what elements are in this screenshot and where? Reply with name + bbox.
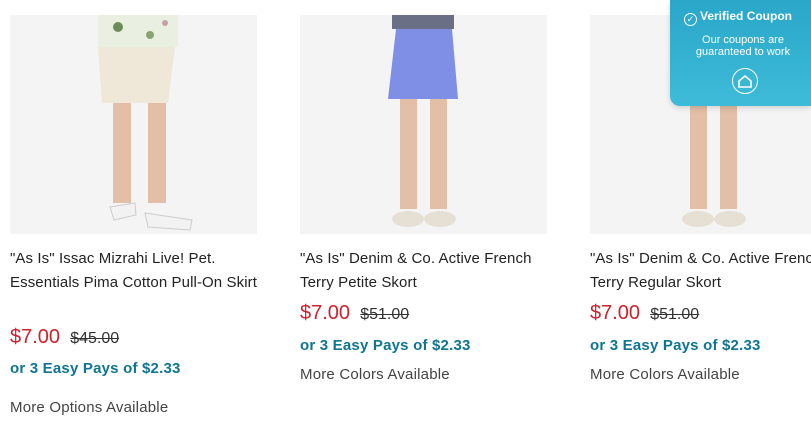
verified-coupon-widget[interactable]: ✓ Verified Coupon Our coupons are guarant… [670, 0, 811, 106]
coupon-title-text: Verified Coupon [700, 9, 793, 23]
sale-price: $7.00 [10, 326, 61, 348]
sale-price: $7.00 [300, 302, 351, 324]
product-title[interactable]: "As Is" Denim & Co. Active French Terry … [300, 247, 562, 295]
price-row: $7.00 $51.00 [300, 301, 409, 327]
price-row: $7.00 $51.00 [590, 301, 699, 327]
sale-price: $7.00 [590, 302, 641, 324]
coupon-message: Our coupons are guaranteed to work [695, 34, 791, 58]
more-colors-link[interactable]: More Colors Available [300, 366, 450, 383]
more-options-link[interactable]: More Options Available [10, 399, 168, 416]
product-image[interactable] [300, 15, 547, 234]
product-image[interactable] [10, 15, 257, 234]
product-title[interactable]: "As Is" Denim & Co. Active French Terry … [590, 247, 811, 295]
original-price: $51.00 [650, 306, 700, 323]
original-price: $45.00 [70, 330, 120, 347]
easy-pay-link[interactable]: or 3 Easy Pays of $2.33 [300, 337, 471, 354]
check-circle-icon: ✓ [684, 13, 697, 26]
product-title[interactable]: "As Is" Issac Mizrahi Live! Pet. Essenti… [10, 247, 272, 295]
original-price: $51.00 [360, 306, 410, 323]
home-shield-icon[interactable] [732, 68, 758, 94]
easy-pay-link[interactable]: or 3 Easy Pays of $2.33 [590, 337, 761, 354]
more-colors-link[interactable]: More Colors Available [590, 366, 740, 383]
easy-pay-link[interactable]: or 3 Easy Pays of $2.33 [10, 360, 181, 377]
coupon-title: ✓ Verified Coupon [684, 9, 792, 26]
price-row: $7.00 $45.00 [10, 325, 119, 351]
